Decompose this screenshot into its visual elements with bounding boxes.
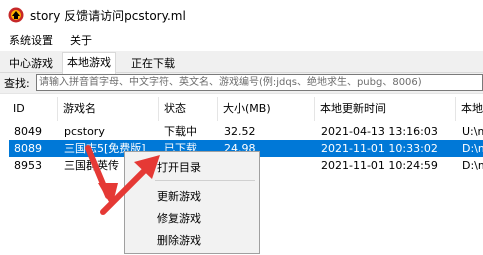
annotation-arrow-icon — [85, 145, 160, 215]
tab-local-games[interactable]: 本地游戏 — [62, 52, 116, 74]
